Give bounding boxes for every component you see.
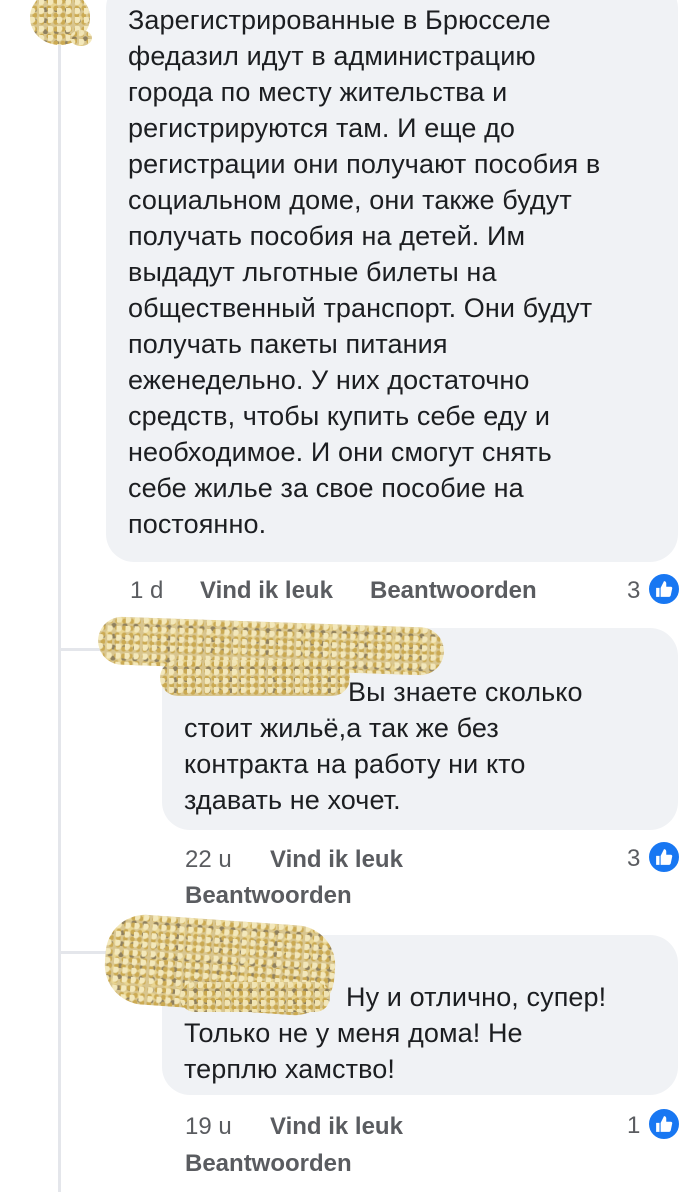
redacted-avatar-smudge [70, 30, 92, 46]
comment-time[interactable]: 19 u [185, 1113, 232, 1141]
like-button[interactable]: Vind ik leuk [270, 846, 403, 874]
reply-button[interactable]: Beantwoorden [185, 882, 352, 910]
comment-time[interactable]: 1 d [130, 577, 163, 605]
like-button[interactable]: Vind ik leuk [200, 577, 333, 605]
thread-line [58, 0, 61, 1192]
comment-bubble: Зарегистрированные в Брюсселе федазил ид… [106, 0, 678, 562]
reaction-count[interactable]: 3 [627, 577, 640, 605]
thread-branch [58, 951, 106, 954]
reaction-count[interactable]: 1 [627, 1112, 640, 1140]
reply-button[interactable]: Beantwoorden [185, 1150, 352, 1178]
redacted-author-name [180, 982, 330, 1012]
redacted-author-name [160, 660, 350, 696]
thumbs-up-icon[interactable] [647, 572, 681, 606]
reply-button[interactable]: Beantwoorden [370, 577, 537, 605]
thumbs-up-icon[interactable] [647, 1107, 681, 1141]
reaction-count[interactable]: 3 [627, 845, 640, 873]
comment-time[interactable]: 22 u [185, 846, 232, 874]
like-button[interactable]: Vind ik leuk [270, 1113, 403, 1141]
thumbs-up-icon[interactable] [647, 840, 681, 874]
comment-text: Зарегистрированные в Брюсселе федазил ид… [128, 5, 601, 539]
